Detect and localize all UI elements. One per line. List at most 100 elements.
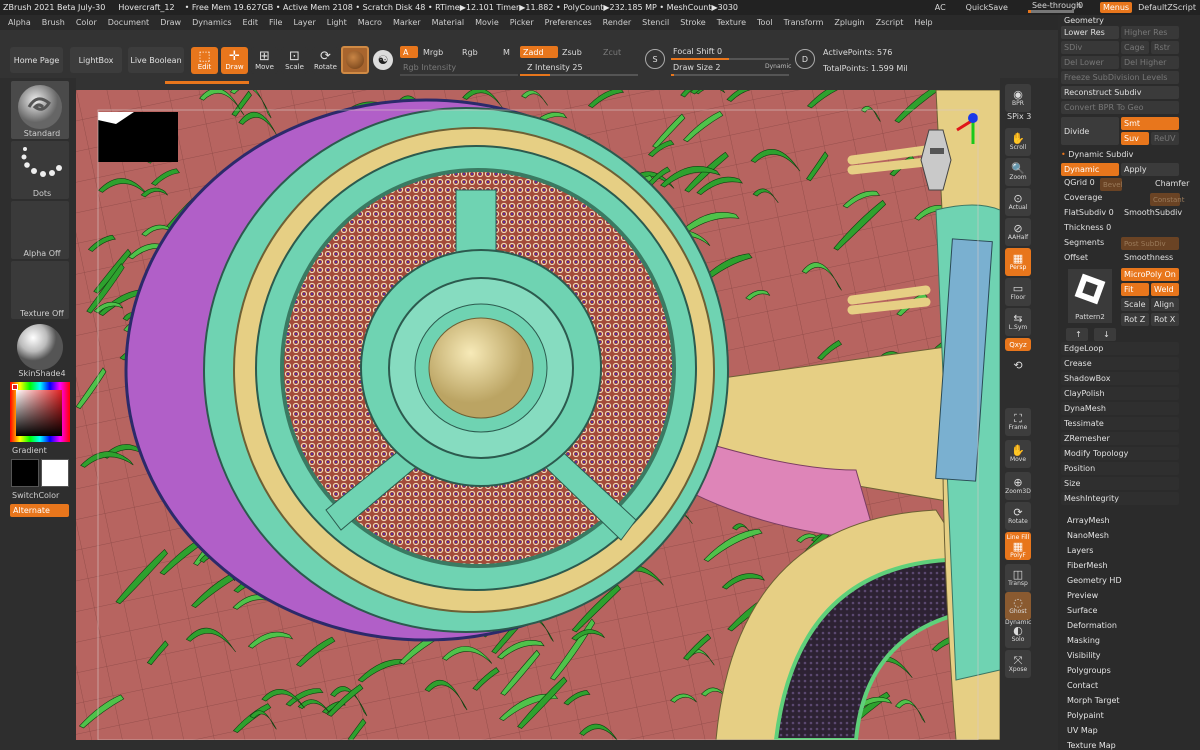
canvas-viewport[interactable] [76,90,1000,740]
subpalette-morph-target[interactable]: Morph Target [1067,696,1120,705]
scale-toggle[interactable]: Scale [1121,298,1149,311]
arrow-up-button[interactable]: ↑ [1066,328,1088,341]
geometry-header[interactable]: Geometry [1064,16,1104,25]
xpose-button[interactable]: ⤧ Xpose [1005,650,1031,678]
menu-zscript[interactable]: Zscript [876,18,904,27]
symmetry-s-button[interactable]: S [645,49,665,69]
reuv-toggle[interactable]: ReUV [1151,132,1179,145]
menu-dynamics[interactable]: Dynamics [192,18,231,27]
rotate-view-button[interactable]: ⟳ Rotate [1005,502,1031,530]
rotx-toggle[interactable]: Rot X [1151,313,1179,326]
rgb-intensity-slider[interactable]: Rgb Intensity [403,63,456,72]
lower-res-button[interactable]: Lower Res [1061,26,1119,39]
color-picker[interactable] [10,382,70,442]
alternate-button[interactable]: Alternate [10,504,69,517]
see-through-slider[interactable]: See-through 0 [1027,0,1084,15]
constant-toggle[interactable]: Constant [1150,193,1184,206]
menus-toggle[interactable]: Menus [1099,2,1133,13]
subpalette-visibility[interactable]: Visibility [1067,651,1101,660]
subpalette-texture-map[interactable]: Texture Map [1067,741,1116,750]
zcut-button[interactable]: Zcut [603,48,621,57]
cage-button[interactable]: Cage [1121,41,1149,54]
scroll-button[interactable]: ✋ Scroll [1005,128,1031,156]
dynamic-subdiv-header[interactable]: • Dynamic Subdiv [1061,150,1133,159]
geometry-claypolish[interactable]: ClayPolish [1061,387,1179,400]
move-button[interactable]: ⊞ Move [251,47,278,74]
freeze-subdiv-button[interactable]: Freeze SubDivision Levels [1061,71,1179,84]
m-button[interactable]: M [503,48,510,57]
move-view-button[interactable]: ✋ Move [1005,440,1031,468]
dynamic-size-toggle[interactable]: Dynamic [765,63,791,70]
zoom-button[interactable]: 🔍 Zoom [1005,158,1031,186]
zadd-button[interactable]: Zadd [520,46,558,58]
subpalette-polygroups[interactable]: Polygroups [1067,666,1111,675]
frame-button[interactable]: ⛶ Frame [1005,408,1031,436]
menu-file[interactable]: File [269,18,282,27]
post-subdiv-toggle[interactable]: Post SubDiv [1121,237,1179,250]
menu-brush[interactable]: Brush [42,18,65,27]
menu-zplugin[interactable]: Zplugin [834,18,864,27]
lightbox-button[interactable]: LightBox [70,47,122,73]
subpalette-deformation[interactable]: Deformation [1067,621,1117,630]
xyz-button[interactable]: Qxyz [1005,338,1031,351]
micropoly-toggle[interactable]: MicroPoly On [1121,268,1179,281]
scale-button[interactable]: ⊡ Scale [281,47,308,74]
switchcolor-button[interactable]: SwitchColor [12,491,68,500]
color-mode-button[interactable]: ☯ [373,50,393,70]
bevel-toggle[interactable]: Bevel [1100,178,1123,191]
reconstruct-subdiv-button[interactable]: Reconstruct Subdiv [1061,86,1179,99]
menu-render[interactable]: Render [603,18,631,27]
rgb-button[interactable]: Rgb [462,48,478,57]
material-swatch[interactable] [341,46,369,74]
menu-document[interactable]: Document [108,18,149,27]
lsym-button[interactable]: ⇆ L.Sym [1005,308,1031,336]
subpalette-uv-map[interactable]: UV Map [1067,726,1098,735]
qgrid-slider[interactable]: QGrid 0 [1064,178,1095,187]
local-transform-button[interactable]: ⟲ [1005,353,1031,377]
mrgb-button[interactable]: Mrgb [423,48,443,57]
focal-shift-slider[interactable]: Focal Shift 0 [673,47,722,56]
menu-texture[interactable]: Texture [717,18,746,27]
geometry-modify-topology[interactable]: Modify Topology [1061,447,1179,460]
menu-preferences[interactable]: Preferences [545,18,592,27]
menu-alpha[interactable]: Alpha [8,18,31,27]
d-button[interactable]: D [795,49,815,69]
transp-button[interactable]: ◫ Transp [1005,564,1031,592]
arrow-down-button[interactable]: ↓ [1094,328,1116,341]
spix-slider[interactable]: SPix 3 [1007,112,1031,121]
coverage-slider[interactable]: Coverage [1064,193,1102,202]
dynamic-toggle[interactable]: Dynamic [1061,163,1119,176]
primary-color-swatch[interactable] [11,459,39,487]
live-boolean-button[interactable]: Live Boolean [128,47,184,73]
persp-button[interactable]: ▦ Persp [1005,248,1031,276]
home-page-button[interactable]: Home Page [10,47,63,73]
subpalette-geometry-hd[interactable]: Geometry HD [1067,576,1122,585]
secondary-color-swatch[interactable] [41,459,69,487]
subpalette-nanomesh[interactable]: NanoMesh [1067,531,1109,540]
sdiv-slider[interactable]: SDiv [1061,41,1119,54]
z-intensity-slider[interactable]: Z Intensity 25 [527,63,583,72]
menu-picker[interactable]: Picker [510,18,534,27]
divide-button[interactable]: Divide [1061,117,1119,145]
rstr-button[interactable]: Rstr [1151,41,1179,54]
menu-stencil[interactable]: Stencil [642,18,669,27]
ghost-button[interactable]: ◌ Ghost [1005,592,1031,620]
subpalette-masking[interactable]: Masking [1067,636,1100,645]
menu-transform[interactable]: Transform [784,18,824,27]
del-higher-button[interactable]: Del Higher [1121,56,1179,69]
menu-macro[interactable]: Macro [358,18,382,27]
menu-draw[interactable]: Draw [160,18,181,27]
flatsubdiv-slider[interactable]: FlatSubdiv 0 [1064,208,1114,217]
a-button[interactable]: A [400,46,418,58]
menu-movie[interactable]: Movie [475,18,499,27]
geometry-edgeloop[interactable]: EdgeLoop [1061,342,1179,355]
zoom3d-button[interactable]: ⊕ Zoom3D [1005,472,1031,500]
geometry-shadowbox[interactable]: ShadowBox [1061,372,1179,385]
menu-light[interactable]: Light [327,18,347,27]
convert-bpr-button[interactable]: Convert BPR To Geo [1061,101,1179,114]
suv-toggle[interactable]: Suv [1121,132,1149,145]
geometry-tessimate[interactable]: Tessimate [1061,417,1179,430]
rotate-button[interactable]: ⟳ Rotate [312,47,339,74]
quicksave-button[interactable]: QuickSave [966,3,1008,12]
thickness-slider[interactable]: Thickness 0 [1064,223,1111,232]
